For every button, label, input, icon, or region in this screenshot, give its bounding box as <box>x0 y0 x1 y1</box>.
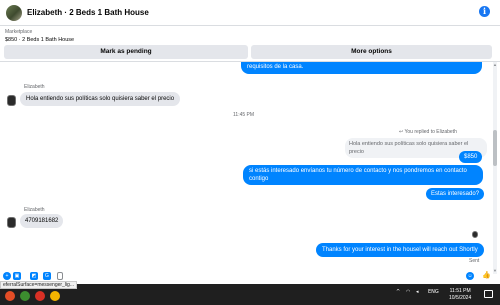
wifi-icon[interactable]: ◠ <box>406 289 410 295</box>
message-text: requisitos de la casa. <box>247 64 304 70</box>
chat-scrollbar[interactable]: ▲ ▼ <box>493 62 497 274</box>
outgoing-message: si estás interesado envíanos tu número d… <box>243 165 483 185</box>
outgoing-message: $850 <box>459 151 483 163</box>
reply-indicator: ↩ You replied to Elizabeth <box>399 129 457 135</box>
language-indicator[interactable]: ENG <box>428 289 439 295</box>
scroll-up-icon[interactable]: ▲ <box>493 63 497 67</box>
add-icon[interactable]: + <box>3 272 11 280</box>
clock-time: 11:51 PM <box>449 288 471 294</box>
mark-as-pending-button[interactable]: Mark as pending <box>4 45 248 59</box>
more-options-button[interactable]: More options <box>251 45 492 59</box>
sticker-icon[interactable]: ◩ <box>30 272 38 280</box>
clock-date: 10/5/2024 <box>449 295 472 301</box>
chat-header: Elizabeth · 2 Beds 1 Bath House <box>0 0 500 25</box>
outgoing-message: Estas interesado? <box>426 188 485 200</box>
sender-avatar <box>7 95 16 106</box>
reply-label: You replied to Elizabeth <box>404 129 457 135</box>
conversation-title[interactable]: Elizabeth · 2 Beds 1 Bath House <box>27 8 149 17</box>
scrollbar-thumb[interactable] <box>493 130 497 166</box>
message-list[interactable]: requisitos de la casa. Elizabeth Hola en… <box>0 62 487 274</box>
seen-avatar <box>472 231 478 238</box>
marketplace-label: Marketplace <box>5 29 33 35</box>
avatar[interactable] <box>6 4 22 21</box>
image-icon[interactable]: ▣ <box>13 272 21 280</box>
message-timestamp: 11:45 PM <box>233 112 255 118</box>
incoming-message: 4709181682 <box>20 214 64 228</box>
sender-name: Elizabeth <box>24 84 45 90</box>
volume-icon[interactable]: ◂ <box>416 289 419 295</box>
outgoing-message: Thanks for your interest in the housel w… <box>316 243 484 257</box>
sent-status: Sent <box>469 258 480 264</box>
clock[interactable]: 11:51 PM 10/5/2024 <box>449 288 471 302</box>
gif-icon[interactable]: G <box>43 272 51 280</box>
chrome-icon[interactable] <box>35 291 45 301</box>
like-icon[interactable]: 👍 <box>482 272 491 280</box>
sender-avatar <box>7 217 16 228</box>
listing-summary[interactable]: $850 · 2 Beds 1 Bath House <box>5 37 74 43</box>
sender-name: Elizabeth <box>24 207 45 213</box>
emoji-icon[interactable]: ☺ <box>466 272 474 280</box>
chrome-icon[interactable] <box>5 291 15 301</box>
tray-caret-icon[interactable]: ^ <box>396 289 400 295</box>
incoming-message: Hola entiendo sus políticas solo quisier… <box>20 92 181 106</box>
notification-icon[interactable] <box>484 290 493 298</box>
status-url: eferralSurface=messenger_lig... <box>0 281 78 289</box>
info-icon[interactable]: i <box>479 6 490 17</box>
outgoing-message: requisitos de la casa. <box>241 62 482 74</box>
header-divider <box>0 25 500 26</box>
chrome-icon[interactable] <box>50 291 60 301</box>
message-input[interactable] <box>57 272 63 280</box>
chrome-icon[interactable] <box>20 291 30 301</box>
